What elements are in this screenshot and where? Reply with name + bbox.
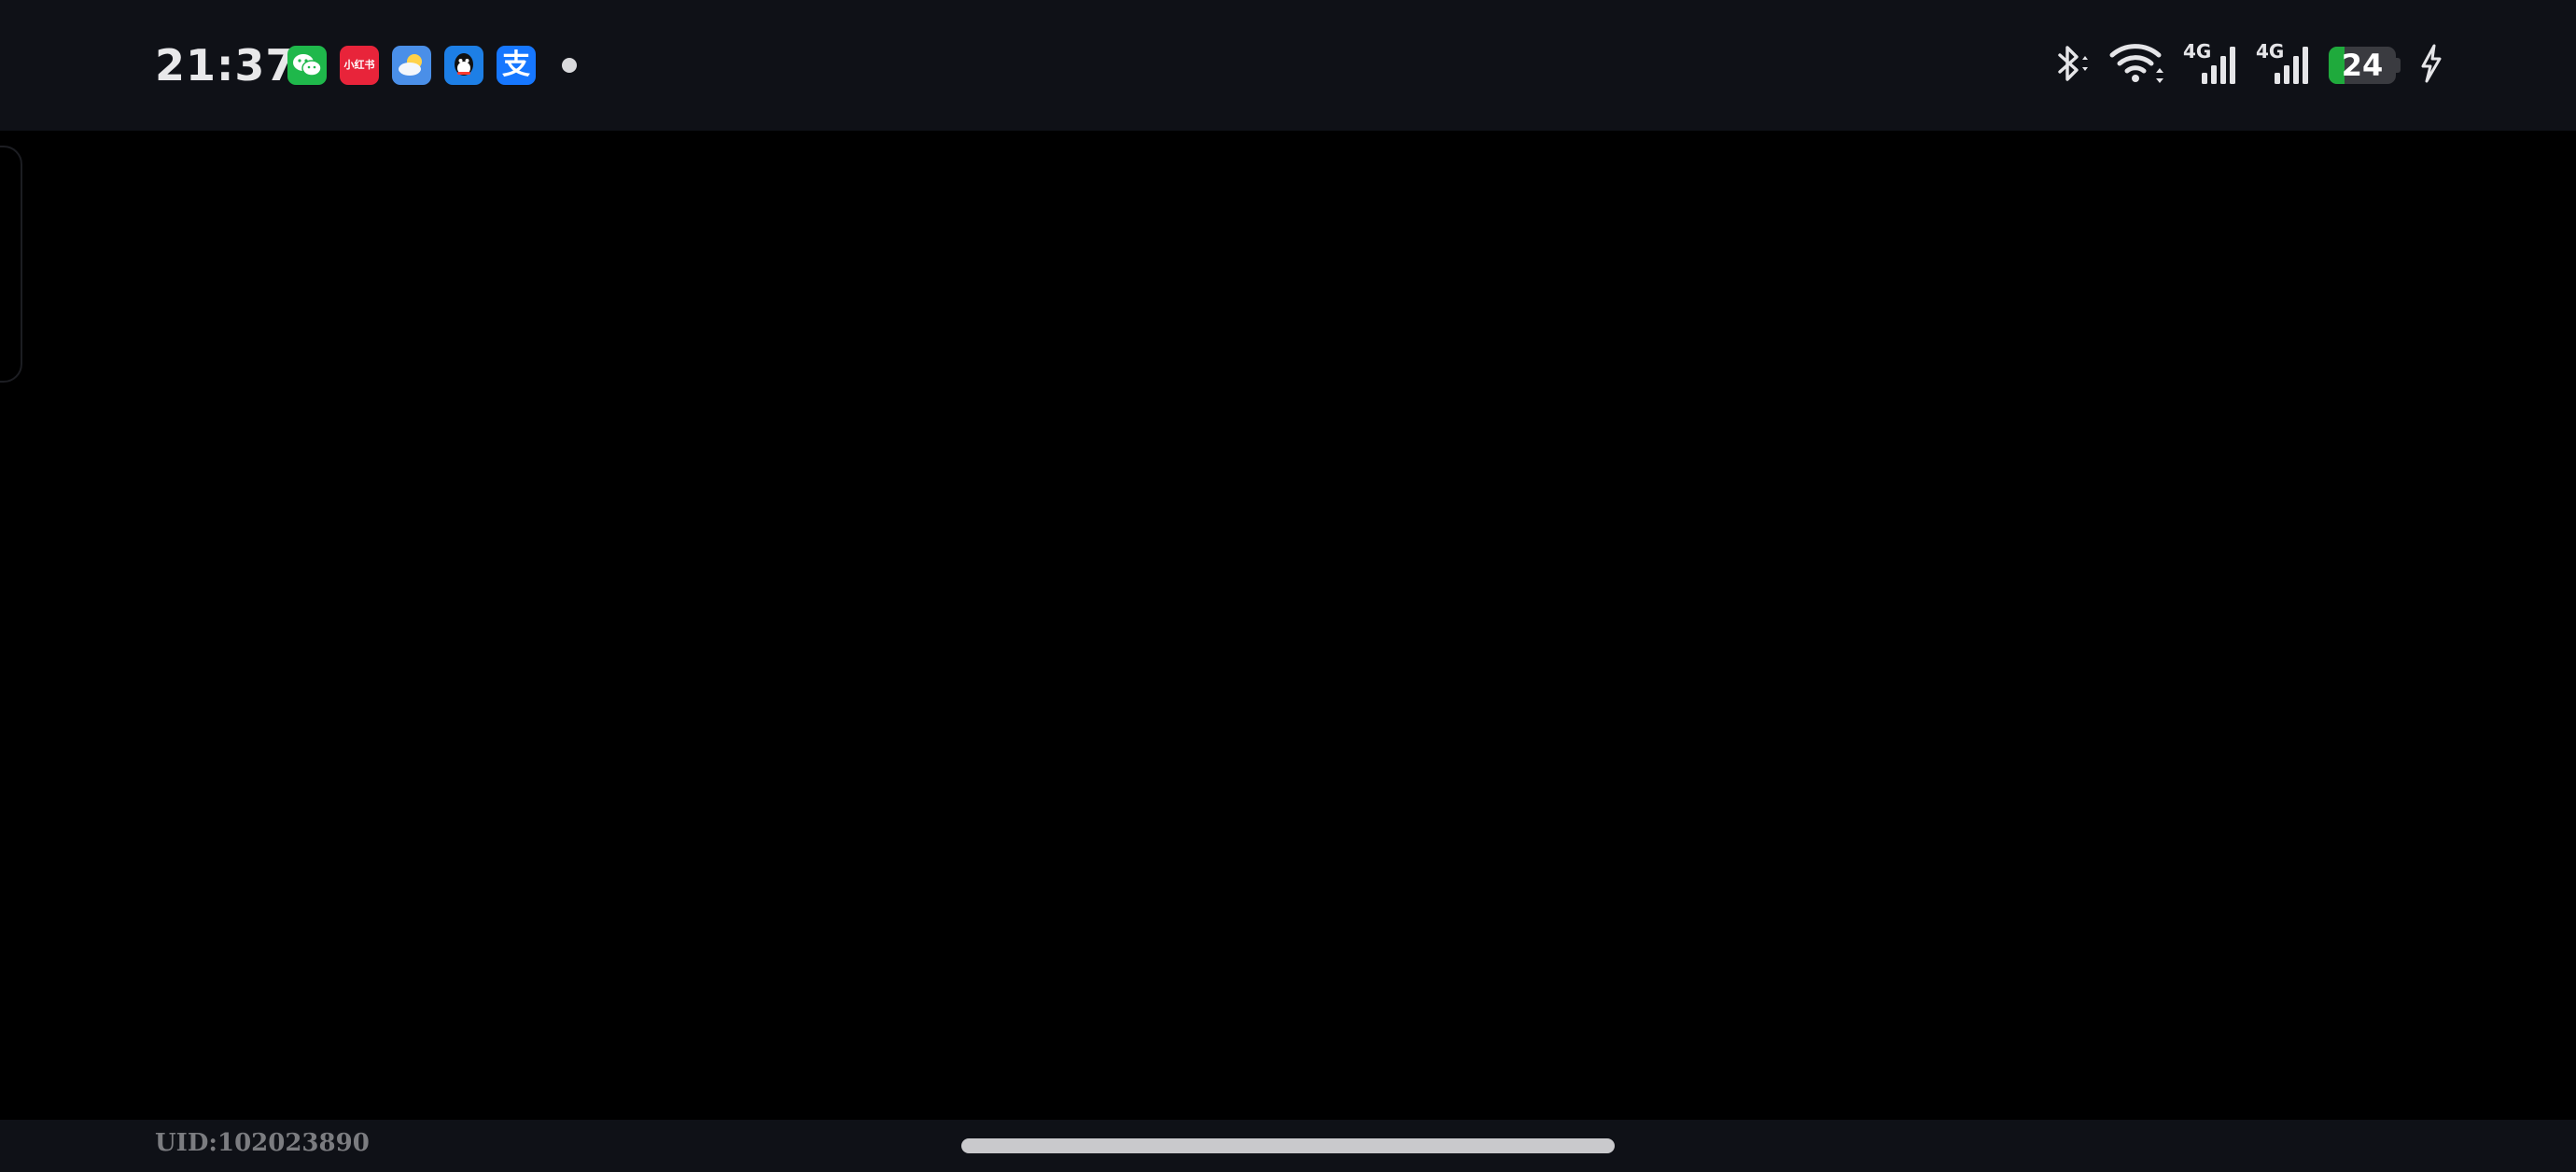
qq-icon bbox=[444, 46, 483, 85]
wechat-icon bbox=[287, 46, 327, 85]
app-content bbox=[0, 131, 2576, 1120]
xiaohongshu-label: 小红书 bbox=[343, 59, 375, 71]
battery-icon: 24 bbox=[2329, 47, 2396, 84]
alipay-label: 支 bbox=[502, 49, 530, 81]
battery-cap bbox=[2396, 58, 2401, 73]
home-indicator[interactable] bbox=[961, 1138, 1615, 1153]
screen: 21:37 小红书 支 4G 4G 24 UID:102023890 bbox=[0, 0, 2576, 1172]
wifi-icon bbox=[2108, 41, 2166, 91]
charging-bolt-icon bbox=[2417, 42, 2445, 90]
weather-icon bbox=[392, 46, 431, 85]
side-panel-handle[interactable] bbox=[0, 146, 22, 383]
xiaohongshu-icon: 小红书 bbox=[340, 46, 379, 85]
more-notifications-dot-icon bbox=[562, 58, 577, 73]
status-bar: 21:37 小红书 支 4G 4G 24 bbox=[0, 0, 2576, 131]
bottom-bar: UID:102023890 bbox=[0, 1120, 2576, 1172]
alipay-icon: 支 bbox=[497, 46, 536, 85]
uid-label: UID:102023890 bbox=[155, 1129, 370, 1157]
system-status-icons: 4G 4G 24 bbox=[2032, 37, 2445, 93]
bluetooth-icon bbox=[2049, 42, 2092, 90]
status-time: 21:37 bbox=[155, 40, 297, 91]
battery-level: 24 bbox=[2341, 48, 2384, 83]
cellular-signal-2-icon: 4G bbox=[2256, 41, 2312, 90]
notification-icons: 小红书 支 bbox=[287, 45, 577, 86]
cellular-signal-1-icon: 4G bbox=[2183, 41, 2239, 90]
